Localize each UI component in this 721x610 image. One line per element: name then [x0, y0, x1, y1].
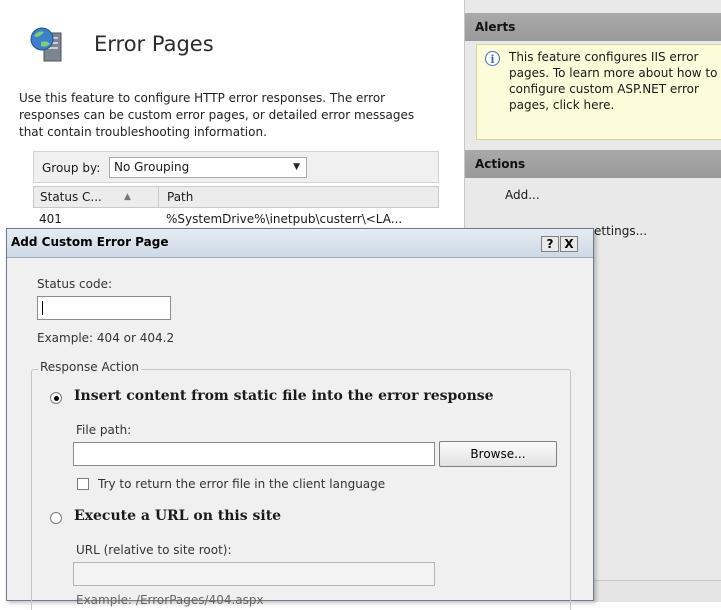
browse-button[interactable]: Browse...	[439, 441, 557, 467]
url-label: URL (relative to site root):	[76, 543, 232, 557]
dialog-title: Add Custom Error Page	[11, 235, 169, 249]
dialog-titlebar[interactable]: Add Custom Error Page ? X	[7, 229, 593, 258]
text-caret	[42, 301, 43, 315]
column-header-path-label: Path	[167, 190, 194, 204]
alerts-header: Alerts	[465, 13, 721, 41]
column-header-path[interactable]: Path	[159, 187, 439, 207]
info-icon: i	[485, 51, 500, 66]
column-header-status-label: Status C...	[40, 190, 102, 204]
try-language-checkbox[interactable]	[77, 478, 89, 490]
table-row[interactable]: 401 %SystemDrive%\inetpub\custerr\<LA...	[33, 209, 439, 229]
url-example: Example: /ErrorPages/404.aspx	[76, 593, 264, 607]
group-by-bar: Group by: No Grouping ▼	[33, 151, 439, 183]
action-add[interactable]: Add...	[505, 188, 540, 202]
alert-box: i This feature configures IIS error page…	[476, 44, 721, 140]
close-icon[interactable]: X	[560, 236, 578, 252]
column-header-status[interactable]: Status C... ▲	[34, 187, 159, 207]
grid-header: Status C... ▲ Path	[33, 186, 439, 208]
group-by-label: Group by:	[42, 161, 101, 175]
status-strip	[594, 580, 721, 602]
sort-ascending-icon: ▲	[124, 192, 131, 202]
try-language-label[interactable]: Try to return the error file in the clie…	[98, 477, 385, 491]
radio-static-file[interactable]	[50, 392, 62, 404]
page-title: Error Pages	[94, 32, 214, 56]
status-code-label: Status code:	[37, 277, 113, 291]
response-action-label: Response Action	[38, 360, 142, 374]
status-code-example: Example: 404 or 404.2	[37, 331, 175, 345]
alert-message[interactable]: This feature configures IIS error pages.…	[509, 49, 719, 113]
file-path-label: File path:	[76, 423, 132, 437]
radio-execute-url[interactable]	[50, 512, 62, 524]
feature-description: Use this feature to configure HTTP error…	[19, 91, 415, 139]
status-code-field[interactable]	[37, 296, 171, 320]
radio-execute-url-label[interactable]: Execute a URL on this site	[74, 508, 281, 524]
action-settings[interactable]: ettings...	[594, 224, 647, 238]
row-status: 401	[39, 212, 62, 226]
radio-static-file-label[interactable]: Insert content from static file into the…	[74, 388, 494, 404]
file-path-field[interactable]	[73, 442, 435, 466]
row-path: %SystemDrive%\inetpub\custerr\<LA...	[166, 212, 403, 226]
help-icon[interactable]: ?	[541, 236, 559, 252]
url-field[interactable]	[73, 562, 435, 586]
group-by-value: No Grouping	[114, 160, 190, 174]
group-by-select[interactable]: No Grouping ▼	[109, 157, 307, 178]
dropdown-arrow-icon: ▼	[293, 162, 300, 172]
actions-header: Actions	[465, 150, 721, 178]
error-pages-icon	[30, 27, 62, 62]
add-custom-error-page-dialog: Add Custom Error Page ? X Status code: E…	[6, 228, 594, 610]
